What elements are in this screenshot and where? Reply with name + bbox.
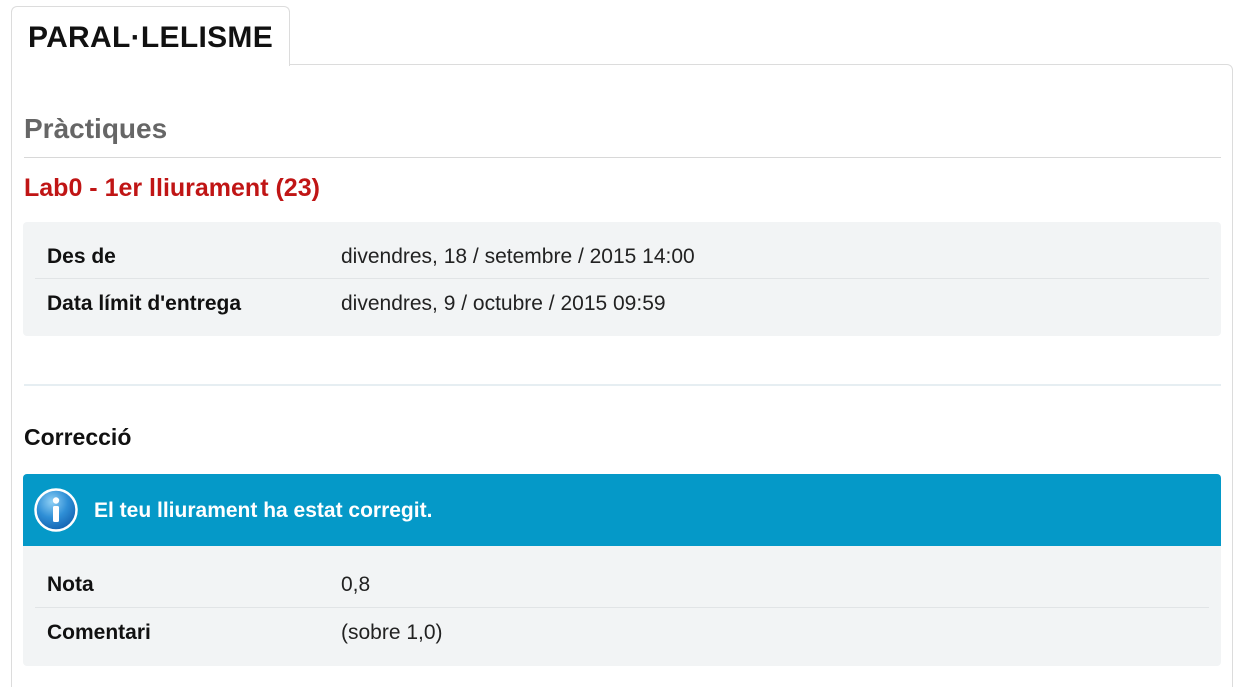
start-date-value: divendres, 18 / setembre / 2015 14:00: [341, 245, 695, 268]
course-tab[interactable]: PARAL·LELISME: [11, 6, 290, 66]
course-tab-title: PARAL·LELISME: [28, 21, 273, 54]
detail-row-grade: Nota 0,8: [23, 560, 1221, 606]
detail-row-start-date: Des de divendres, 18 / setembre / 2015 1…: [23, 232, 1221, 278]
detail-row-comment: Comentari (sobre 1,0): [23, 608, 1221, 654]
heading-divider: [24, 157, 1221, 158]
alert-message: El teu lliurament ha estat corregit.: [94, 499, 433, 522]
start-date-label: Des de: [47, 245, 116, 268]
correction-details: Nota 0,8 Comentari (sobre 1,0): [23, 546, 1221, 666]
deadline-value: divendres, 9 / octubre / 2015 09:59: [341, 292, 666, 315]
comment-value: (sobre 1,0): [341, 621, 443, 644]
assignment-details: Des de divendres, 18 / setembre / 2015 1…: [23, 222, 1221, 336]
correction-heading: Correcció: [24, 424, 132, 450]
grade-value: 0,8: [341, 573, 371, 596]
detail-row-deadline: Data límit d'entrega divendres, 9 / octu…: [23, 279, 1221, 325]
section-separator: [24, 384, 1221, 386]
info-icon: [34, 488, 78, 532]
grade-label: Nota: [47, 573, 94, 596]
assignment-title[interactable]: Lab0 - 1er lliurament (23): [24, 174, 320, 203]
correction-alert: El teu lliurament ha estat corregit.: [23, 474, 1221, 546]
deadline-label: Data límit d'entrega: [47, 292, 242, 315]
page: PARAL·LELISME Pràctiques Lab0 - 1er lliu…: [0, 0, 1243, 687]
comment-label: Comentari: [47, 621, 151, 644]
section-heading: Pràctiques: [24, 113, 168, 144]
